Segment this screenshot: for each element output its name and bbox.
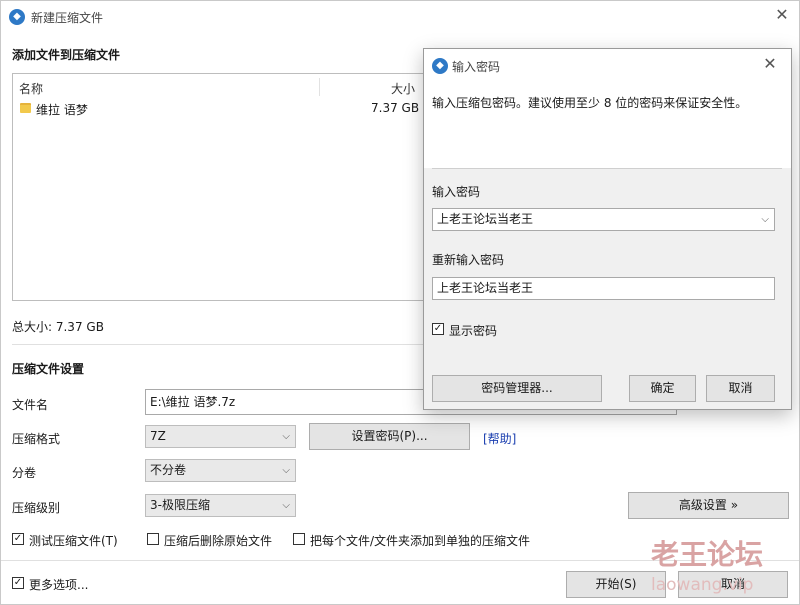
dialog-divider (432, 168, 782, 169)
set-password-button[interactable]: 设置密码(P)... (309, 423, 470, 450)
reenter-label: 重新输入密码 (432, 253, 505, 267)
delete-after-label: 压缩后删除原始文件 (164, 534, 273, 548)
chevron-down-icon: ⌵ (282, 431, 290, 442)
level-select-value: 3-极限压缩 (150, 498, 210, 512)
chevron-down-icon: ⌵ (282, 465, 290, 476)
format-select-value: 7Z (150, 429, 166, 443)
column-divider[interactable] (319, 78, 320, 96)
password-dialog: ◆ 输入密码 ✕ 输入压缩包密码。建议使用至少 8 位的密码来保证安全性。 输入… (423, 48, 792, 410)
dialog-title: 输入密码 (452, 60, 501, 74)
password-input[interactable]: 上老王论坛当老王 ⌵ (432, 208, 775, 231)
close-icon[interactable]: ✕ (772, 7, 792, 27)
dialog-app-icon: ◆ (432, 58, 448, 74)
format-select[interactable]: 7Z ⌵ (145, 425, 296, 448)
list-item-size: 7.37 GB (371, 101, 420, 115)
total-size: 总大小: 7.37 GB (12, 320, 104, 334)
advanced-settings-button[interactable]: 高级设置 » (628, 492, 789, 519)
app-icon: ◆ (9, 9, 25, 25)
level-label: 压缩级别 (12, 501, 61, 515)
test-archive-checkbox[interactable]: ✓ (12, 533, 24, 545)
format-label: 压缩格式 (12, 432, 61, 446)
chevron-down-icon[interactable]: ⌵ (761, 209, 769, 230)
settings-section-title: 压缩文件设置 (12, 362, 85, 376)
volume-select[interactable]: 不分卷 ⌵ (145, 459, 296, 482)
password-label: 输入密码 (432, 185, 481, 199)
file-list[interactable]: 名称 大小 维拉 语梦 7.37 GB (12, 73, 431, 301)
volume-select-value: 不分卷 (150, 463, 187, 477)
show-password-label: 显示密码 (449, 324, 498, 338)
more-options-checkbox[interactable]: ✓ (12, 577, 24, 589)
list-item-name: 维拉 语梦 (36, 103, 88, 117)
help-link[interactable]: [帮助] (483, 430, 516, 447)
dialog-body: 输入密码 上老王论坛当老王 ⌵ 重新输入密码 上老王论坛当老王 ✓ 显示密码 密… (424, 168, 791, 409)
column-header-name[interactable]: 名称 (19, 80, 43, 97)
watermark-logo: 老王论坛 (651, 538, 764, 571)
column-header-size[interactable]: 大小 (391, 80, 415, 97)
delete-after-checkbox[interactable] (147, 533, 159, 545)
list-item[interactable]: 维拉 语梦 7.37 GB (13, 98, 430, 118)
test-archive-label: 测试压缩文件(T) (29, 534, 118, 548)
level-select[interactable]: 3-极限压缩 ⌵ (145, 494, 296, 517)
dialog-cancel-button[interactable]: 取消 (706, 375, 775, 402)
filename-label: 文件名 (12, 398, 49, 412)
add-section-title: 添加文件到压缩文件 (12, 48, 121, 62)
ok-button[interactable]: 确定 (629, 375, 696, 402)
dialog-header: ◆ 输入密码 ✕ 输入压缩包密码。建议使用至少 8 位的密码来保证安全性。 (424, 49, 791, 168)
folder-icon (20, 103, 31, 113)
show-password-checkbox[interactable]: ✓ (432, 323, 444, 335)
separate-each-label: 把每个文件/文件夹添加到单独的压缩文件 (310, 534, 531, 548)
separate-each-checkbox[interactable] (293, 533, 305, 545)
password-manager-button[interactable]: 密码管理器... (432, 375, 602, 402)
more-options-label: 更多选项... (29, 578, 89, 592)
dialog-close-icon[interactable]: ✕ (760, 56, 780, 76)
window-title: 新建压缩文件 (31, 11, 104, 25)
password-input-value: 上老王论坛当老王 (437, 212, 534, 226)
chevron-down-icon: ⌵ (282, 500, 290, 511)
volume-label: 分卷 (12, 466, 37, 480)
watermark-site: laowang.vip (651, 575, 754, 595)
dialog-hint: 输入压缩包密码。建议使用至少 8 位的密码来保证安全性。 (432, 96, 748, 110)
title-bar: ◆ 新建压缩文件 ✕ (1, 1, 800, 33)
reenter-password-input[interactable]: 上老王论坛当老王 (432, 277, 775, 300)
